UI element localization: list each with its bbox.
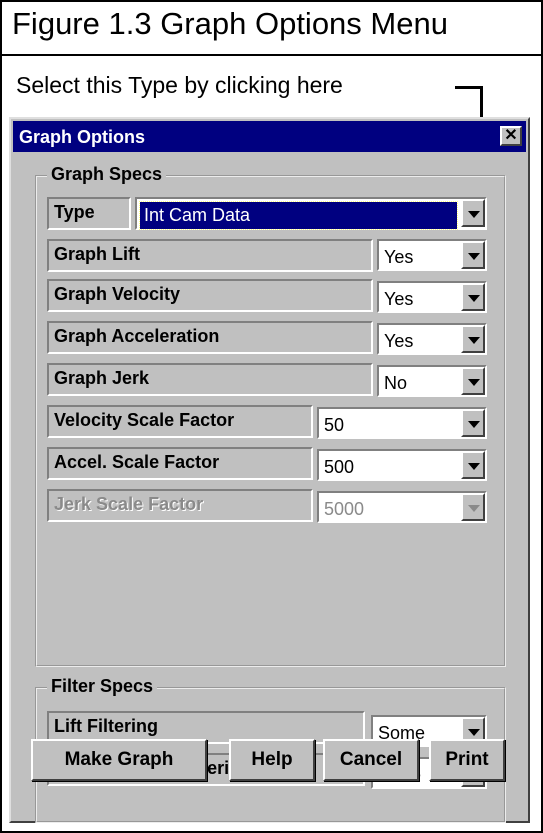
chevron-down-icon xyxy=(468,295,480,302)
graph-specs-title: Graph Specs xyxy=(47,164,167,185)
close-button[interactable]: ✕ xyxy=(500,126,522,146)
graph-acceleration-label: Graph Acceleration xyxy=(47,321,373,354)
figure-annotation: Select this Type by clicking here xyxy=(16,72,343,98)
jerk-scale-value: 5000 xyxy=(324,499,365,519)
velocity-scale-dropdown[interactable]: 50 xyxy=(317,407,487,439)
graph-velocity-value: Yes xyxy=(384,289,414,309)
accel-scale-dropdown-button[interactable] xyxy=(461,451,485,479)
velocity-scale-value: 50 xyxy=(324,415,345,435)
jerk-scale-label: Jerk Scale Factor xyxy=(47,489,313,522)
chevron-down-icon xyxy=(468,337,480,344)
jerk-scale-dropdown-button xyxy=(461,493,485,521)
figure-title: Figure 1.3 Graph Options Menu xyxy=(12,6,448,41)
graph-lift-value: Yes xyxy=(384,247,414,267)
help-button[interactable]: Help xyxy=(229,739,315,781)
chevron-down-icon xyxy=(468,421,480,428)
annotation-arrow-line xyxy=(455,86,483,89)
graph-options-dialog: Graph Options ✕ Graph Specs Type Int Cam… xyxy=(9,117,530,823)
chevron-down-icon xyxy=(468,253,480,260)
chevron-down-icon xyxy=(468,379,480,386)
graph-acceleration-dropdown[interactable]: Yes xyxy=(377,323,487,355)
dialog-title: Graph Options xyxy=(19,127,145,147)
filter-specs-title: Filter Specs xyxy=(47,676,158,697)
chevron-down-icon xyxy=(468,505,480,512)
graph-lift-dropdown[interactable]: Yes xyxy=(377,239,487,271)
graph-jerk-dropdown-button[interactable] xyxy=(461,367,485,395)
graph-velocity-label: Graph Velocity xyxy=(47,279,373,312)
graph-velocity-dropdown[interactable]: Yes xyxy=(377,281,487,313)
velocity-scale-dropdown-button[interactable] xyxy=(461,409,485,437)
chevron-down-icon xyxy=(468,729,480,736)
dialog-titlebar[interactable]: Graph Options ✕ xyxy=(13,121,526,152)
graph-lift-label: Graph Lift xyxy=(47,239,373,272)
figure-title-divider xyxy=(2,54,541,56)
type-dropdown-button[interactable] xyxy=(461,199,485,227)
accel-scale-dropdown[interactable]: 500 xyxy=(317,449,487,481)
graph-lift-dropdown-button[interactable] xyxy=(461,241,485,269)
cancel-button[interactable]: Cancel xyxy=(323,739,419,781)
graph-acceleration-dropdown-button[interactable] xyxy=(461,325,485,353)
type-dropdown[interactable]: Int Cam Data xyxy=(135,197,487,230)
type-label: Type xyxy=(47,197,131,230)
close-icon: ✕ xyxy=(504,127,518,144)
print-button[interactable]: Print xyxy=(429,739,505,781)
accel-scale-value: 500 xyxy=(324,457,355,477)
jerk-scale-dropdown: 5000 xyxy=(317,491,487,523)
graph-jerk-dropdown[interactable]: No xyxy=(377,365,487,397)
graph-velocity-dropdown-button[interactable] xyxy=(461,283,485,311)
velocity-scale-label: Velocity Scale Factor xyxy=(47,405,313,438)
graph-jerk-label: Graph Jerk xyxy=(47,363,373,396)
make-graph-button[interactable]: Make Graph xyxy=(31,739,207,781)
graph-jerk-value: No xyxy=(384,373,408,393)
chevron-down-icon xyxy=(468,211,480,218)
type-dropdown-value: Int Cam Data xyxy=(139,201,458,230)
graph-acceleration-value: Yes xyxy=(384,331,414,351)
accel-scale-label: Accel. Scale Factor xyxy=(47,447,313,480)
chevron-down-icon xyxy=(468,463,480,470)
graph-specs-group: Graph Specs Type Int Cam Data Graph Lift… xyxy=(35,164,506,667)
